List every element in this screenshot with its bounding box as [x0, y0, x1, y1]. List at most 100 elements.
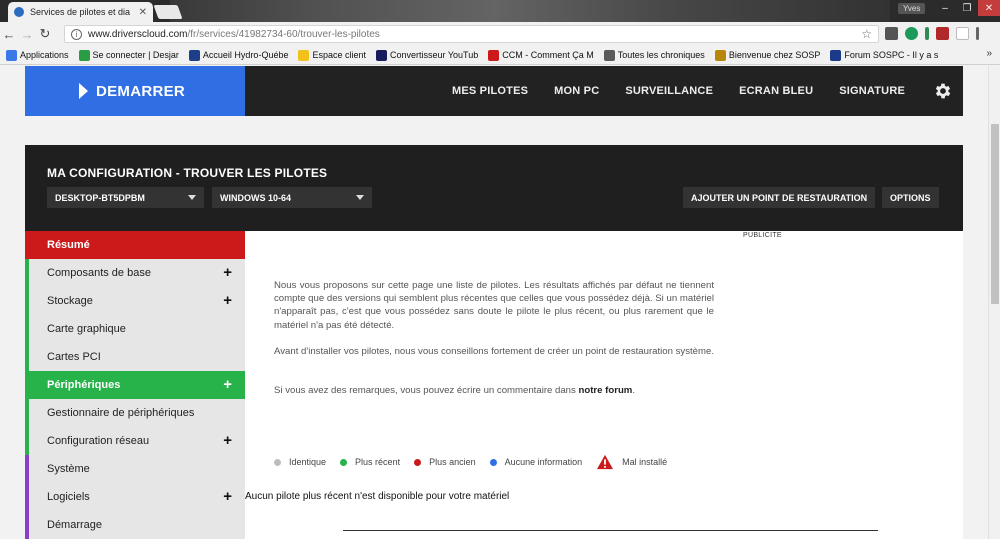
bookmark-item[interactable]: Se connecter | Desjar: [78, 49, 179, 61]
bookmark-label: Applications: [20, 50, 69, 60]
extension-icon[interactable]: [925, 27, 929, 40]
nav-link-mes-pilotes[interactable]: MES PILOTES: [452, 85, 528, 97]
legend-item: Aucune information: [489, 457, 582, 467]
browser-toolbar: ← → ↻ i www.driverscloud.com/fr/services…: [0, 22, 1000, 46]
browser-tabstrip: Services de pilotes et dia ✕ Yves – ❐ ✕: [0, 0, 1000, 22]
category-stripe: [25, 315, 29, 343]
bookmark-item[interactable]: Applications: [6, 49, 69, 61]
chevron-down-icon: [356, 195, 364, 200]
os-select-value: WINDOWS 10-64: [220, 192, 292, 203]
bookmark-item[interactable]: Toutes les chroniques: [603, 49, 705, 61]
category-stripe: [25, 399, 29, 427]
add-restore-point-button[interactable]: AJOUTER UN POINT DE RESTAURATION: [683, 187, 876, 208]
minimize-icon[interactable]: –: [934, 0, 956, 16]
sidebar-item[interactable]: Gestionnaire de périphériques: [25, 399, 245, 427]
bookmark-item[interactable]: CCM - Comment Ça M: [488, 49, 594, 61]
sidebar-item[interactable]: Logiciels +: [25, 483, 245, 511]
bookmark-label: Accueil Hydro-Québe: [202, 50, 289, 60]
back-icon[interactable]: ←: [0, 27, 18, 42]
sidebar-item-label: Configuration réseau: [47, 435, 150, 447]
status-dot-icon: [414, 458, 422, 466]
category-stripe: [25, 483, 29, 511]
sidebar-item[interactable]: Composants de base +: [25, 259, 245, 287]
site-header: DEMARRER MES PILOTES MON PC SURVEILLANCE EC…: [25, 66, 963, 116]
nav-link-mon-pc[interactable]: MON PC: [554, 85, 599, 97]
extension-icon[interactable]: [885, 27, 898, 40]
sidebar-item-label: Composants de base: [47, 267, 151, 279]
no-driver-message: Aucun pilote plus récent n'est disponibl…: [245, 491, 510, 502]
nav-link-surveillance[interactable]: SURVEILLANCE: [625, 85, 713, 97]
driver-list-box: [343, 530, 878, 539]
bookmark-item[interactable]: Bienvenue chez SOSP: [714, 49, 820, 61]
nav-link-ecran-bleu[interactable]: ECRAN BLEU: [739, 85, 813, 97]
play-icon: [79, 83, 88, 99]
tab-close-icon[interactable]: ✕: [139, 7, 147, 18]
sidebar-item-label: Périphériques: [47, 379, 121, 391]
maximize-icon[interactable]: ❐: [956, 0, 978, 16]
bookmark-icon: [78, 49, 90, 61]
bookmark-label: Toutes les chroniques: [617, 50, 705, 60]
bookmark-icon: [376, 49, 387, 61]
extension-icon[interactable]: [936, 27, 949, 40]
profile-badge[interactable]: Yves: [898, 3, 926, 14]
expand-plus-icon[interactable]: +: [223, 377, 232, 392]
expand-plus-icon[interactable]: +: [223, 265, 232, 280]
bookmark-label: Forum SOSPC - Il y a s: [844, 50, 939, 60]
restore-advice-paragraph: Avant d'installer vos pilotes, nous vous…: [274, 346, 715, 357]
site-info-icon[interactable]: i: [71, 28, 82, 40]
bookmark-label: Se connecter | Desjar: [92, 50, 179, 60]
main-nav: MES PILOTES MON PC SURVEILLANCE ECRAN BLEU S…: [452, 66, 905, 116]
scrollbar-thumb[interactable]: [991, 124, 999, 304]
configuration-panel: MA CONFIGURATION - TROUVER LES PILOTES D…: [25, 145, 963, 231]
page-scrollbar[interactable]: [988, 66, 1000, 539]
nav-link-signature[interactable]: SIGNATURE: [839, 85, 905, 97]
site-favicon-icon: [14, 7, 24, 17]
sidebar-item[interactable]: Système: [25, 455, 245, 483]
close-window-icon[interactable]: ✕: [978, 0, 1000, 16]
bookmark-item[interactable]: Convertisseur YouTub: [376, 49, 479, 61]
legend-item-warning: Mal installé: [596, 454, 667, 470]
pc-select-value: DESKTOP-BT5DPBM: [55, 192, 145, 203]
sidebar-item[interactable]: Cartes PCI: [25, 343, 245, 371]
options-button[interactable]: OPTIONS: [882, 187, 939, 208]
bookmark-label: Espace client: [312, 50, 366, 60]
forward-icon[interactable]: →: [18, 27, 36, 42]
sidebar-item[interactable]: Démarrage: [25, 511, 245, 539]
expand-plus-icon[interactable]: +: [223, 293, 232, 308]
more-bookmarks-icon[interactable]: »: [986, 48, 992, 59]
sidebar-item[interactable]: Configuration réseau +: [25, 427, 245, 455]
extension-icon[interactable]: [956, 27, 969, 40]
bookmark-item[interactable]: Accueil Hydro-Québe: [188, 49, 289, 61]
sidebar-item-label: Stockage: [47, 295, 93, 307]
address-bar[interactable]: i www.driverscloud.com/fr/services/41982…: [64, 25, 879, 43]
sidebar-item-label: Gestionnaire de périphériques: [47, 407, 195, 419]
reload-icon[interactable]: ↻: [36, 26, 54, 42]
bookmark-star-icon[interactable]: ☆: [861, 27, 872, 41]
extension-icon[interactable]: [905, 27, 918, 40]
browser-tab[interactable]: Services de pilotes et dia ✕: [8, 2, 153, 22]
os-select[interactable]: WINDOWS 10-64: [212, 187, 372, 208]
expand-plus-icon[interactable]: +: [223, 489, 232, 504]
tab-title: Services de pilotes et dia: [30, 7, 131, 17]
bookmark-label: Convertisseur YouTub: [390, 50, 479, 60]
sidebar-item[interactable]: Carte graphique: [25, 315, 245, 343]
status-dot-icon: [274, 458, 281, 466]
pc-select[interactable]: DESKTOP-BT5DPBM: [47, 187, 204, 208]
sidebar-item[interactable]: Périphériques +: [25, 371, 245, 399]
status-legend: Identique Plus récent Plus ancien Aucune in…: [274, 454, 667, 470]
web-page: DEMARRER MES PILOTES MON PC SURVEILLANCE EC…: [0, 66, 988, 539]
bookmark-item[interactable]: Forum SOSPC - Il y a s: [830, 49, 939, 61]
expand-plus-icon[interactable]: +: [223, 433, 232, 448]
gear-icon[interactable]: [933, 81, 953, 101]
sidebar-item-label: Démarrage: [47, 519, 103, 531]
bookmark-item[interactable]: Espace client: [298, 49, 366, 61]
bookmark-icon: [488, 49, 500, 61]
menu-icon[interactable]: [976, 27, 979, 40]
new-tab-button[interactable]: [153, 5, 183, 19]
sidebar-item[interactable]: Stockage +: [25, 287, 245, 315]
sidebar-item[interactable]: Résumé: [25, 231, 245, 259]
url-domain: www.driverscloud.com: [88, 28, 188, 40]
forum-link[interactable]: notre forum: [579, 385, 633, 396]
start-button[interactable]: DEMARRER: [25, 66, 245, 116]
category-stripe: [25, 427, 29, 455]
